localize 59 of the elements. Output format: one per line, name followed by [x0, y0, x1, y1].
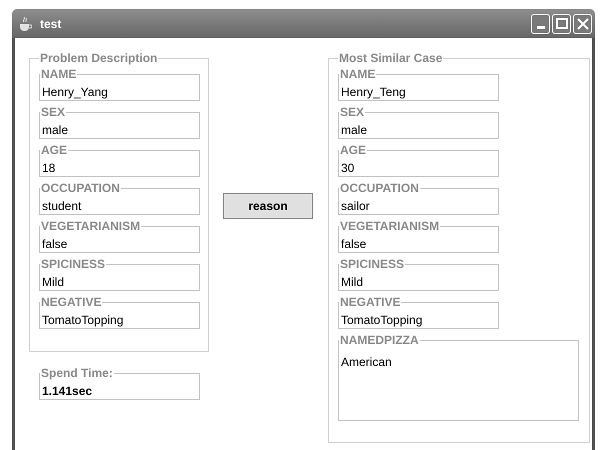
field-label: OCCUPATION — [41, 181, 120, 195]
field-label: SEX — [340, 105, 364, 119]
field-value: Henry_Teng — [341, 85, 406, 99]
reason-button[interactable]: reason — [223, 193, 313, 219]
field-label: NAME — [340, 67, 376, 81]
text-field[interactable]: SPICINESS Mild — [338, 258, 499, 291]
text-field[interactable]: SPICINESS Mild — [39, 258, 200, 291]
field-label: VEGETARIANISM — [41, 219, 140, 233]
close-button[interactable] — [573, 14, 592, 34]
field-label: AGE — [340, 143, 366, 157]
field-value: Mild — [42, 275, 64, 289]
text-field[interactable]: NEGATIVE TomatoTopping — [39, 296, 200, 329]
text-field[interactable]: NAME Henry_Yang — [39, 68, 200, 101]
field-label: NAMEDPIZZA — [340, 333, 419, 347]
text-field[interactable]: AGE 30 — [338, 144, 499, 177]
field-label: NAME — [41, 67, 76, 81]
field-value: 1.141sec — [42, 384, 92, 398]
close-icon — [576, 18, 588, 30]
field-value: student — [42, 199, 82, 213]
field-value: American — [341, 355, 392, 369]
field-label: NEGATIVE — [41, 295, 102, 309]
field-value: Henry_Yang — [42, 85, 108, 99]
minimize-button[interactable] — [531, 14, 550, 34]
field-value: false — [42, 237, 68, 251]
panel-title: Most Similar Case — [339, 51, 442, 65]
coffee-cup-icon — [18, 16, 32, 32]
text-area[interactable]: NAMEDPIZZA American — [338, 334, 579, 421]
field-label: VEGETARIANISM — [340, 219, 440, 233]
text-field[interactable]: Spend Time: 1.141sec — [39, 367, 200, 400]
minimize-icon — [536, 26, 544, 28]
text-field[interactable]: NAME Henry_Teng — [338, 68, 499, 101]
field-value: TomatoTopping — [42, 313, 124, 327]
text-field[interactable]: SEX male — [39, 106, 200, 139]
field-label: AGE — [41, 143, 68, 157]
field-label: OCCUPATION — [340, 181, 419, 195]
text-field[interactable]: AGE 18 — [39, 144, 200, 177]
field-label: NEGATIVE — [340, 295, 400, 309]
text-field[interactable]: OCCUPATION sailor — [338, 182, 499, 215]
field-label: SPICINESS — [41, 257, 106, 271]
text-field[interactable]: SEX male — [338, 106, 499, 139]
field-label: SEX — [41, 105, 66, 119]
field-value: Mild — [341, 275, 364, 289]
maximize-button[interactable] — [552, 14, 571, 34]
field-value: TomatoTopping — [341, 313, 422, 327]
field-value: 18 — [42, 161, 56, 175]
field-label: Spend Time: — [41, 366, 113, 380]
window-title: test — [40, 16, 62, 32]
field-value: false — [341, 237, 366, 251]
maximize-icon — [556, 18, 568, 29]
text-field[interactable]: VEGETARIANISM false — [338, 220, 499, 253]
field-value: 30 — [341, 161, 354, 175]
field-value: male — [341, 123, 368, 137]
text-field[interactable]: NEGATIVE TomatoTopping — [338, 296, 499, 329]
field-value: sailor — [341, 199, 370, 213]
text-field[interactable]: VEGETARIANISM false — [39, 220, 200, 253]
panel-title: Problem Description — [40, 51, 158, 65]
field-value: male — [42, 123, 68, 137]
field-label: SPICINESS — [340, 257, 404, 271]
text-field[interactable]: OCCUPATION student — [39, 182, 200, 215]
